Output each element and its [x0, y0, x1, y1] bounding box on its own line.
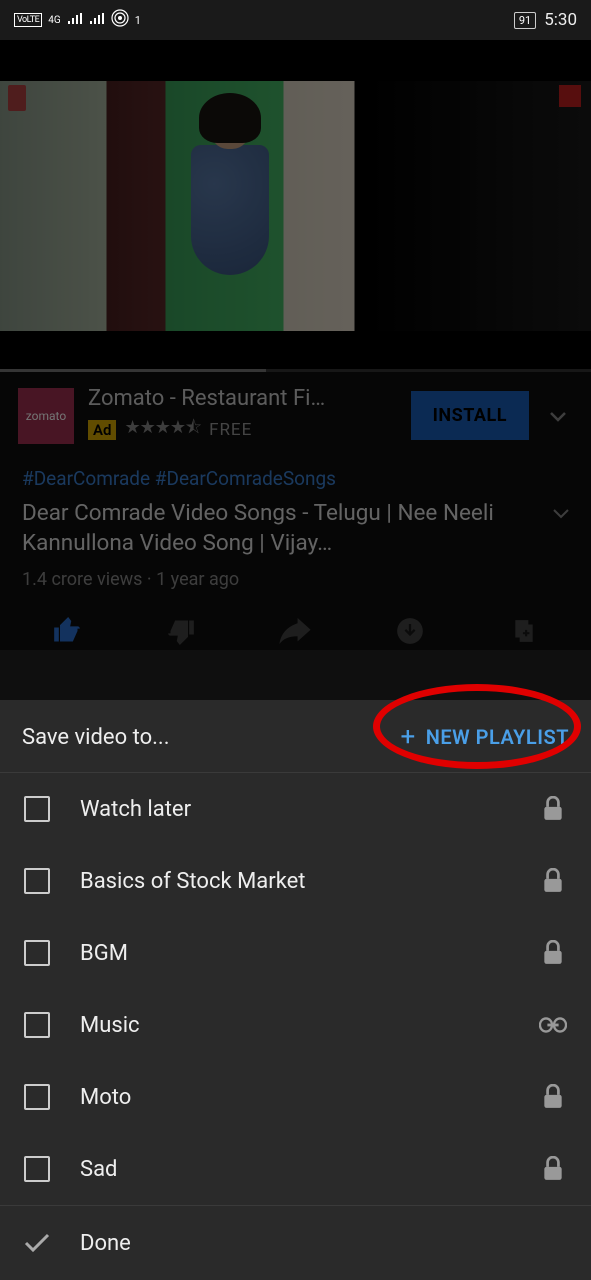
signal-icon-2: [89, 11, 105, 29]
playlist-row[interactable]: BGM: [0, 917, 591, 989]
video-player[interactable]: [0, 40, 591, 372]
checkbox[interactable]: [24, 1012, 50, 1038]
playlist-row[interactable]: Basics of Stock Market: [0, 845, 591, 917]
video-actions: [0, 602, 591, 650]
playlist-label: Sad: [80, 1157, 509, 1182]
install-button[interactable]: INSTALL: [411, 391, 529, 440]
status-bar: VoLTE 4G 1 91 5:30: [0, 0, 591, 40]
playlist-row[interactable]: Sad: [0, 1133, 591, 1205]
playlist-row[interactable]: Music: [0, 989, 591, 1061]
lock-icon: [539, 939, 567, 967]
channel-watermark-left: [8, 85, 26, 111]
new-playlist-button[interactable]: + NEW PLAYLIST: [400, 722, 569, 752]
playlist-label: Basics of Stock Market: [80, 869, 509, 894]
expand-description-icon[interactable]: [553, 498, 569, 523]
video-title: Dear Comrade Video Songs - Telugu | Nee …: [22, 498, 543, 559]
playlist-label: Music: [80, 1013, 509, 1038]
share-button[interactable]: [277, 616, 313, 646]
ad-badge: Ad: [88, 420, 116, 440]
signal-icon: [67, 11, 83, 29]
save-to-playlist-sheet: Save video to... + NEW PLAYLIST Watch la…: [0, 700, 591, 1280]
video-hashtags[interactable]: #DearComrade #DearComradeSongs: [22, 467, 569, 490]
ad-logo: zomato: [18, 388, 74, 444]
battery-level: 91: [514, 12, 536, 29]
progress-bar[interactable]: [0, 369, 591, 372]
plus-icon: +: [400, 722, 415, 752]
ad-rating: ★★★★⯪: [124, 415, 201, 445]
network-type: 4G: [48, 15, 60, 26]
lock-icon: [539, 795, 567, 823]
playlist-label: BGM: [80, 941, 509, 966]
link-icon: [539, 1011, 567, 1039]
ad-banner[interactable]: zomato Zomato - Restaurant Fi… Ad ★★★★⯪ …: [0, 372, 591, 459]
playlist-row[interactable]: Moto: [0, 1061, 591, 1133]
playlist-label: Watch later: [80, 797, 509, 822]
done-button[interactable]: Done: [0, 1205, 591, 1280]
like-button[interactable]: [49, 616, 85, 646]
ad-title: Zomato - Restaurant Fi…: [88, 386, 397, 411]
lock-icon: [539, 867, 567, 895]
hotspot-icon: [111, 9, 129, 31]
check-icon: [24, 1230, 50, 1256]
clock: 5:30: [544, 10, 577, 30]
volte-badge: VoLTE: [14, 13, 42, 27]
dislike-button[interactable]: [163, 616, 199, 646]
checkbox[interactable]: [24, 796, 50, 822]
checkbox[interactable]: [24, 868, 50, 894]
download-button[interactable]: [392, 616, 428, 646]
done-label: Done: [80, 1231, 131, 1256]
new-playlist-label: NEW PLAYLIST: [426, 725, 569, 749]
lock-icon: [539, 1155, 567, 1183]
checkbox[interactable]: [24, 1156, 50, 1182]
video-stats: 1.4 crore views · 1 year ago: [22, 569, 569, 590]
checkbox[interactable]: [24, 1084, 50, 1110]
playlist-label: Moto: [80, 1085, 509, 1110]
hotspot-count: 1: [135, 14, 141, 27]
channel-watermark-right: [559, 85, 581, 107]
chevron-down-icon[interactable]: [543, 404, 573, 428]
checkbox[interactable]: [24, 940, 50, 966]
sheet-title: Save video to...: [22, 725, 170, 750]
lock-icon: [539, 1083, 567, 1111]
save-button[interactable]: [506, 616, 542, 646]
playlist-row[interactable]: Watch later: [0, 773, 591, 845]
ad-price: FREE: [209, 420, 252, 440]
